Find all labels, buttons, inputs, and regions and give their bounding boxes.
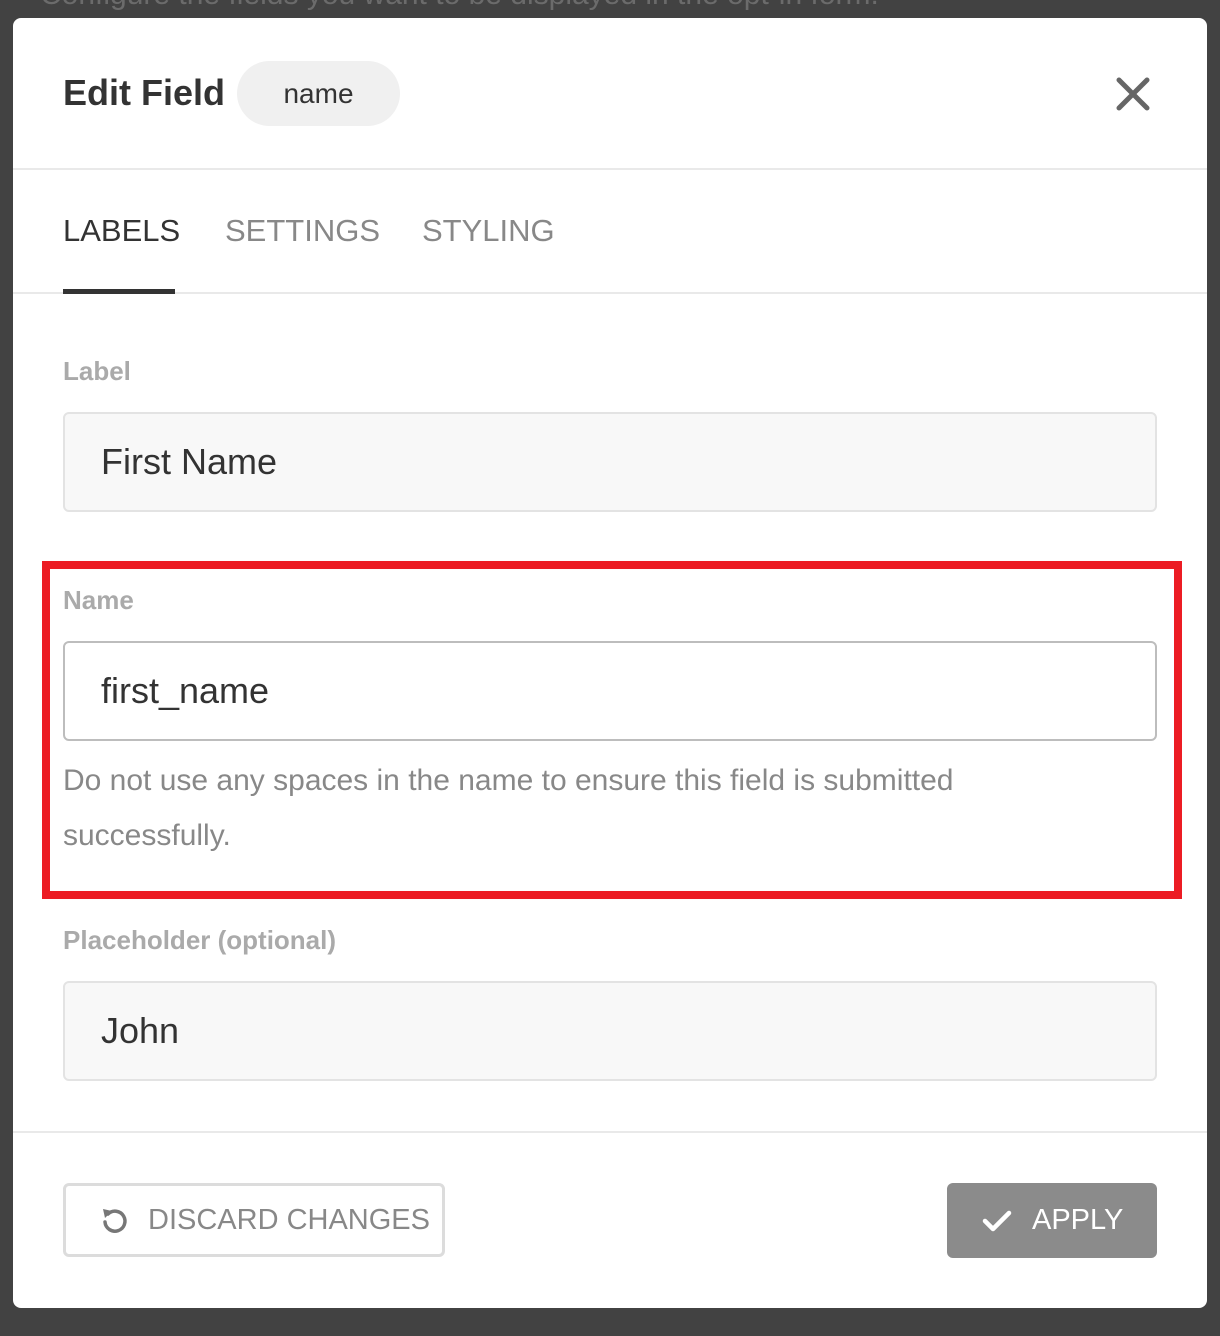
- close-button[interactable]: [1111, 72, 1155, 116]
- tab-bar: LABELS SETTINGS STYLING: [13, 170, 1207, 294]
- tab-settings[interactable]: SETTINGS: [225, 212, 380, 250]
- discard-changes-label: DISCARD CHANGES: [148, 1203, 430, 1236]
- undo-icon: [100, 1205, 130, 1235]
- background-page-text: Configure the fields you want to be disp…: [40, 0, 879, 12]
- modal-title: Edit Field: [63, 72, 225, 113]
- modal-footer-divider: [13, 1131, 1207, 1133]
- discard-changes-button[interactable]: DISCARD CHANGES: [63, 1183, 445, 1257]
- check-icon: [981, 1207, 1013, 1235]
- edit-field-modal: Edit Field name LABELS SETTINGS STYLING …: [13, 18, 1207, 1308]
- close-icon: [1116, 77, 1150, 111]
- apply-button[interactable]: APPLY: [947, 1183, 1157, 1258]
- placeholder-input-value: John: [101, 1010, 180, 1051]
- apply-label: APPLY: [1032, 1204, 1124, 1236]
- placeholder-input[interactable]: John: [63, 981, 1157, 1081]
- label-input-value: First Name: [101, 441, 278, 482]
- placeholder-field-label: Placeholder (optional): [63, 925, 337, 955]
- name-field-highlight-box: [42, 561, 1182, 899]
- field-type-badge: name: [237, 61, 400, 126]
- tab-styling[interactable]: STYLING: [422, 212, 555, 250]
- active-tab-indicator: [63, 289, 175, 294]
- tab-labels[interactable]: LABELS: [63, 212, 180, 250]
- label-input[interactable]: First Name: [63, 412, 1157, 512]
- modal-header: Edit Field name: [13, 18, 1207, 170]
- label-field-label: Label: [63, 356, 131, 386]
